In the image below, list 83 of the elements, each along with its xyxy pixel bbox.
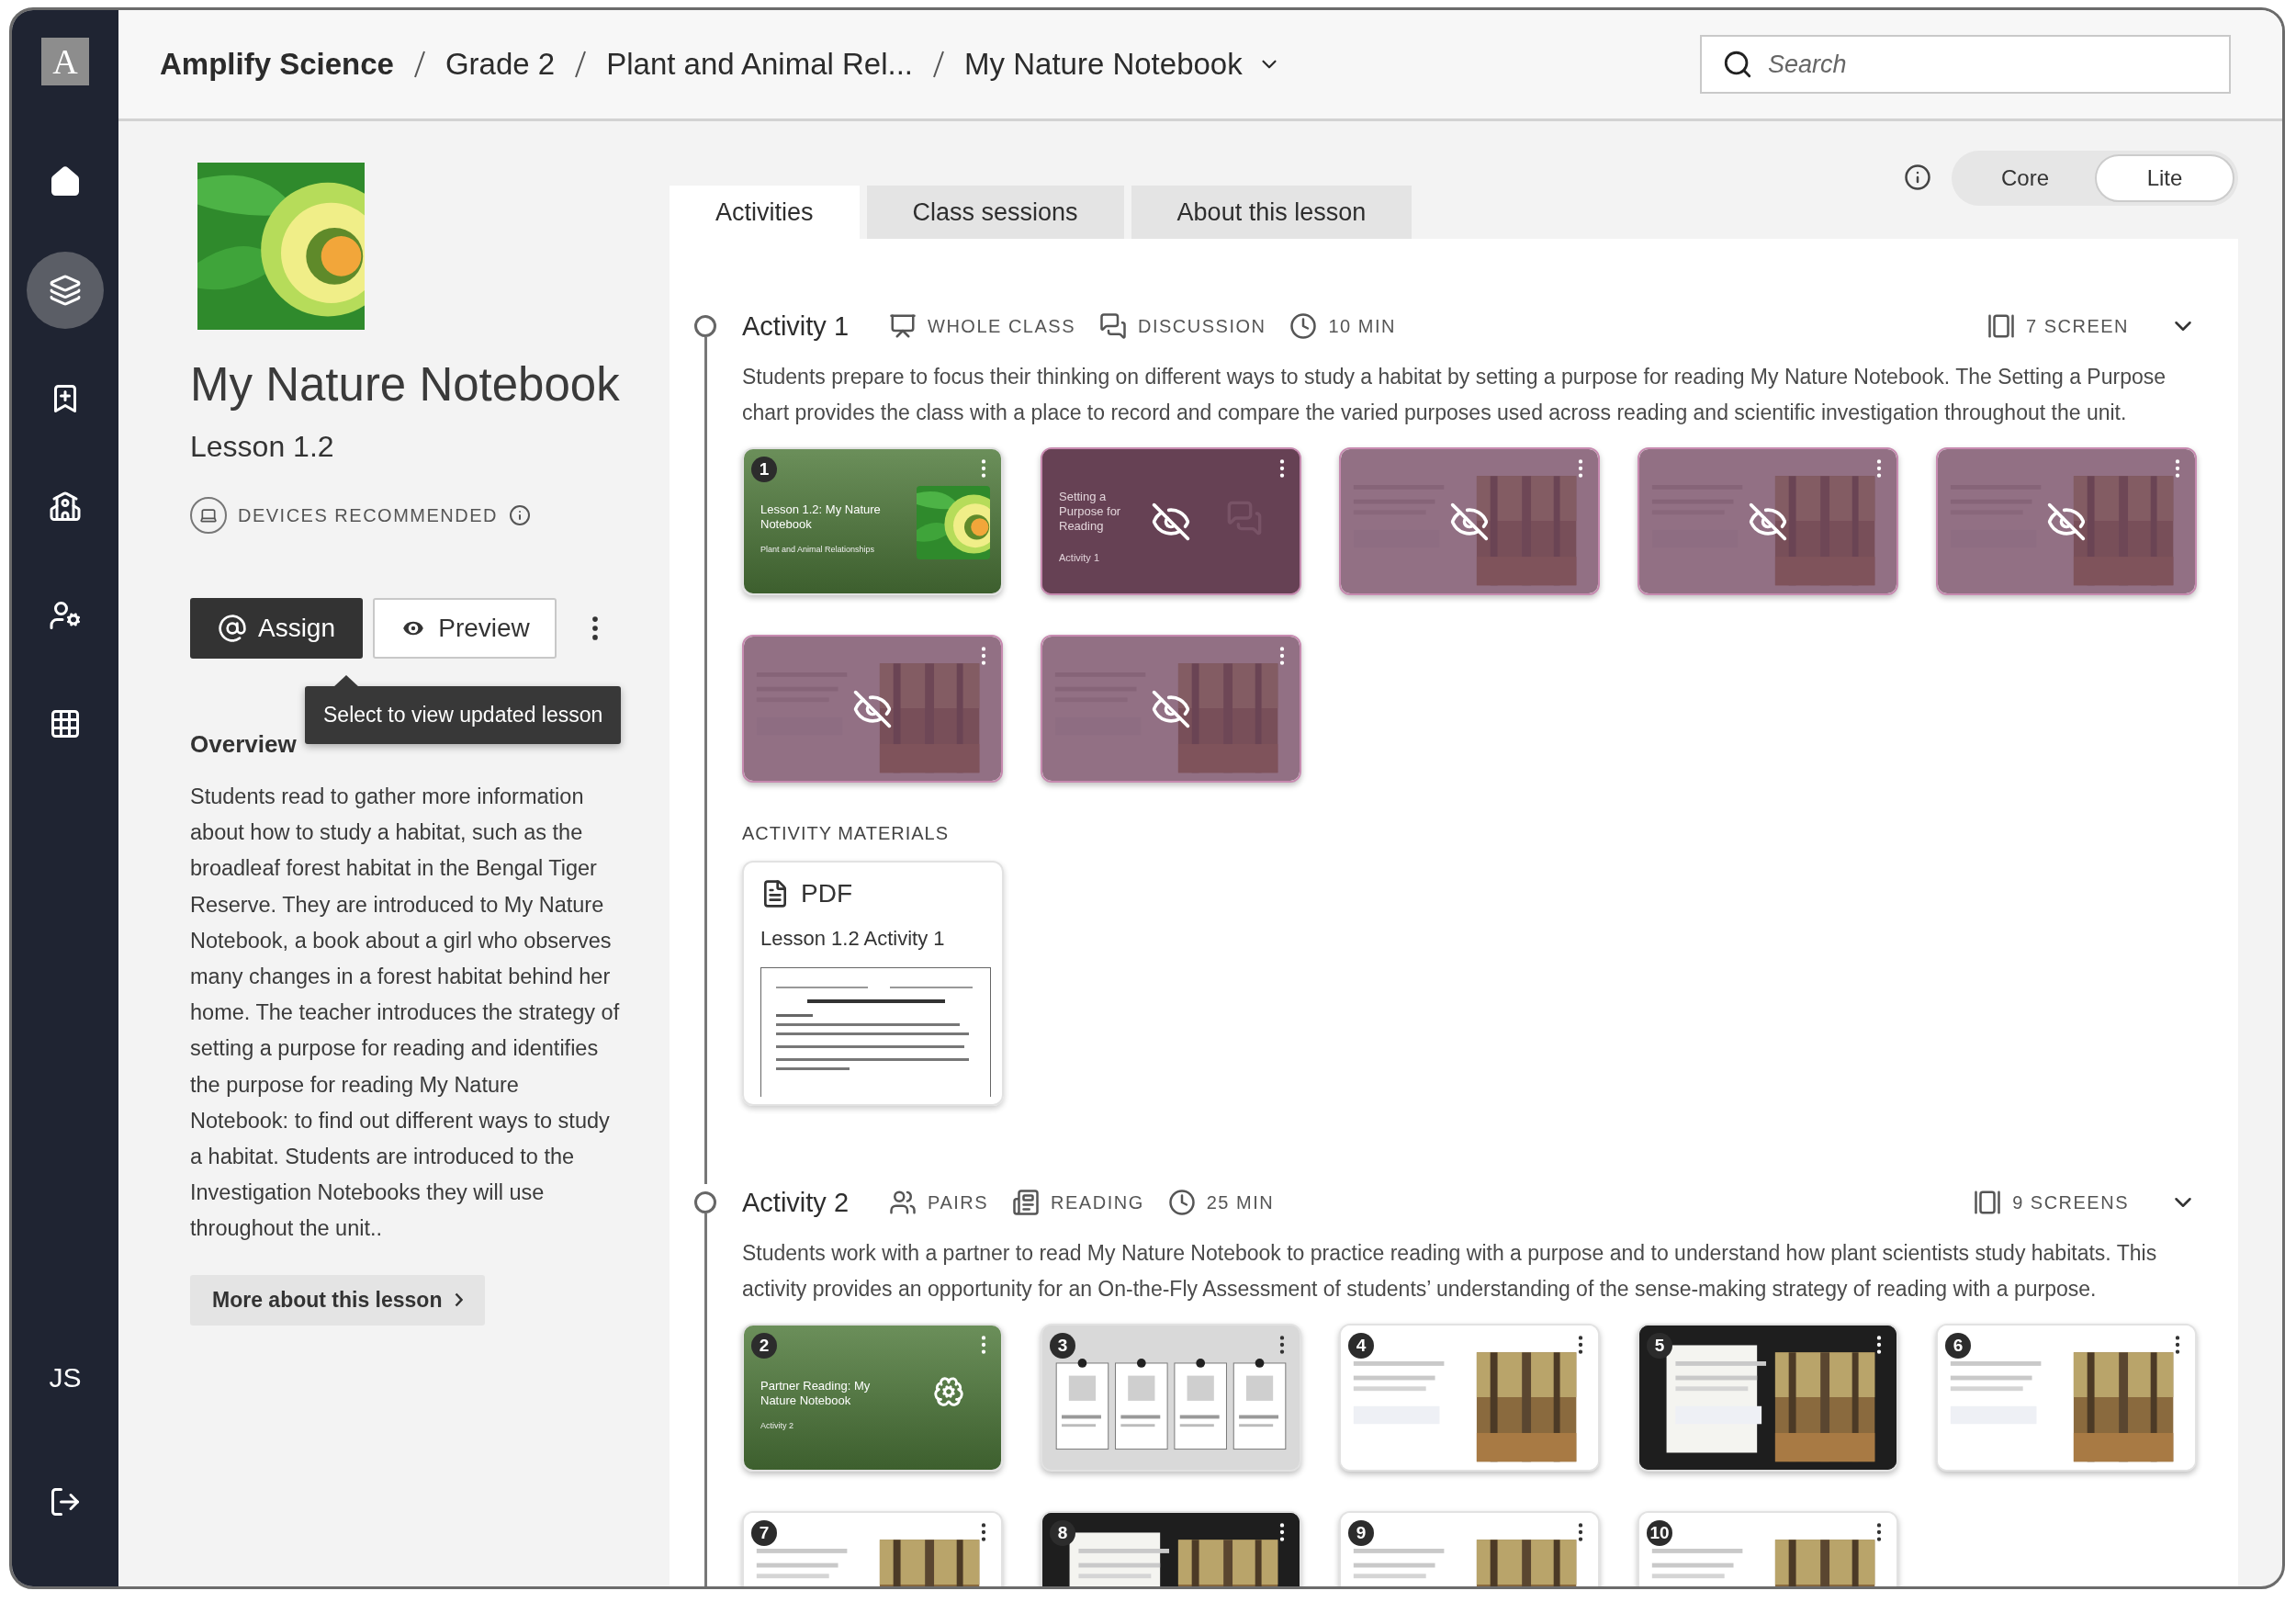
slide-thumbnail[interactable]: 3 (1041, 1324, 1301, 1472)
slide-number: 1 (751, 457, 777, 482)
material-type: PDF (801, 879, 852, 908)
slide-subtitle: Activity 1 (1059, 552, 1099, 563)
slide-thumbnail[interactable]: Setting a Purpose for Reading Activity 1 (1041, 447, 1301, 595)
slide-thumbnail[interactable]: 6 (1936, 1324, 2197, 1472)
activity-description: Students work with a partner to read My Nature Notebook to practice reading with a purpose and to understand how plant scientists study habitats. This activity provides an opportunity for an On-the-Fly Assessment of students’ understanding of the sense-making strategy of reading with a purpose. (742, 1240, 2158, 1303)
chevron-right-icon (455, 1292, 464, 1308)
eye-off-icon (2046, 501, 2087, 542)
info-icon[interactable] (509, 504, 531, 526)
slide-thumbnail[interactable]: 7 (742, 1511, 1003, 1586)
eye-off-icon (1449, 501, 1490, 542)
devices-label: DEVICES RECOMMENDED (238, 504, 498, 526)
search-field[interactable]: Search (1700, 35, 2231, 94)
timeline-dot (694, 1191, 716, 1213)
overview-heading: Overview (190, 730, 298, 759)
slide-thumbnail[interactable]: Lesson 1.2: My Nature Notebook Plant and Animal Relationships 1 (742, 447, 1003, 595)
clock-icon (1167, 1189, 1196, 1216)
lesson-title: My Nature Notebook (190, 357, 621, 412)
mode-option[interactable]: Core (1955, 154, 2095, 202)
eye-off-icon (1151, 501, 1191, 542)
screen-count: 7 SCREEN (2025, 315, 2129, 337)
chat-icon (1099, 312, 1127, 340)
search-icon (1722, 49, 1753, 80)
breadcrumb-link[interactable]: Grade 2 (445, 47, 556, 82)
material-card[interactable]: PDF Lesson 1.2 Activity 1 (742, 861, 1004, 1106)
overview-text: Students read to gather more information about how to study a habitat, such as the broadleaf forest habitat in the Bengal Tiger Reserve. They are introduced to My Nature Notebook, a book about a girl who observes many changes in a forest habitat behind her home. The teacher introduces the strategy of setting a purpose for reading and identifies the purpose for reading My Nature Notebook: to find out different ways to study a habitat. Students are introduced to the Investigation Notebooks they will use throughout the unit.. (190, 784, 621, 1243)
slide-title: Partner Reading: My Nature Notebook (760, 1379, 872, 1408)
slide-subtitle: Plant and Animal Relationships (760, 545, 875, 554)
slide-thumbnail[interactable]: 10 (1638, 1511, 1898, 1586)
slide-number: 2 (751, 1333, 777, 1359)
materials-heading: ACTIVITY MATERIALS (742, 823, 951, 844)
activity-description: Students prepare to focus their thinking on different ways to study a habitat by setting a purpose for reading My Nature Notebook. The Setting a Purpose chart provides the class with a place to record and compare the varied purposes used across reading and scientific investigation throughout the unit. (742, 364, 2167, 426)
tooltip: Select to view updated lesson (305, 686, 622, 744)
mode-toggle[interactable]: Core Lite (1952, 151, 2238, 206)
activity-tag: DISCUSSION (1138, 315, 1266, 337)
slides-icon (1974, 1189, 2002, 1216)
lesson-number: Lesson 1.2 (190, 430, 335, 464)
info-icon[interactable] (1904, 164, 1931, 191)
more-link[interactable]: More about this lesson (190, 1274, 486, 1326)
breadcrumb-link[interactable]: Plant and Animal Rel... (606, 47, 914, 82)
at-sign-icon (217, 614, 247, 643)
newspaper-icon (1012, 1189, 1041, 1216)
material-title: Lesson 1.2 Activity 1 (760, 927, 946, 951)
activity-tag: WHOLE CLASS (928, 315, 1075, 337)
people-icon (889, 1189, 917, 1216)
slides-icon (1986, 312, 2015, 340)
eye-off-icon (852, 688, 893, 729)
breadcrumb-separator (575, 50, 587, 79)
breadcrumb-link[interactable]: My Nature Notebook (964, 47, 1281, 82)
preview-button[interactable]: Preview (373, 598, 557, 659)
user-initials[interactable]: JS (49, 1362, 82, 1393)
screen-count: 9 SCREENS (2012, 1191, 2129, 1213)
laptop-icon (190, 497, 227, 534)
activity-tag: 10 MIN (1328, 315, 1396, 337)
tooltip-arrow (332, 675, 360, 688)
tab[interactable]: About this lesson (1131, 186, 1412, 239)
slide-title: Lesson 1.2: My Nature Notebook (760, 502, 882, 532)
slide-thumbnail[interactable]: 8 (1041, 1511, 1301, 1586)
breadcrumb-link[interactable]: Amplify Science (160, 47, 394, 82)
presentation-icon (889, 312, 917, 340)
activity-title: Activity 1 (742, 310, 850, 342)
activity-tag: 25 MIN (1206, 1191, 1275, 1213)
breadcrumb-separator (413, 50, 425, 79)
eye-off-icon (1151, 688, 1191, 729)
activity-tag: READING (1051, 1191, 1144, 1213)
tab[interactable]: Class sessions (866, 186, 1124, 239)
assign-button[interactable]: Assign (190, 598, 363, 659)
timeline-dot (694, 315, 716, 337)
slide-thumbnail[interactable]: 9 (1339, 1511, 1600, 1586)
slide-thumbnail[interactable]: 4 (1339, 1324, 1600, 1472)
slide-subtitle: Activity 2 (760, 1421, 793, 1430)
eye-off-icon (1748, 501, 1788, 542)
clock-icon (1289, 312, 1318, 340)
activity-title: Activity 2 (742, 1187, 850, 1218)
head-gear-icon (933, 1376, 964, 1407)
slide-title: Setting a Purpose for Reading (1059, 490, 1122, 534)
tab[interactable]: Activities (670, 186, 860, 239)
activity-tag: PAIRS (928, 1191, 989, 1213)
slide-thumbnail[interactable]: Partner Reading: My Nature Notebook Activity 2 2 (742, 1324, 1003, 1472)
slide-thumbnail[interactable]: 5 (1638, 1324, 1898, 1472)
breadcrumb-separator (933, 50, 945, 79)
mode-option[interactable]: Lite (2095, 154, 2234, 202)
